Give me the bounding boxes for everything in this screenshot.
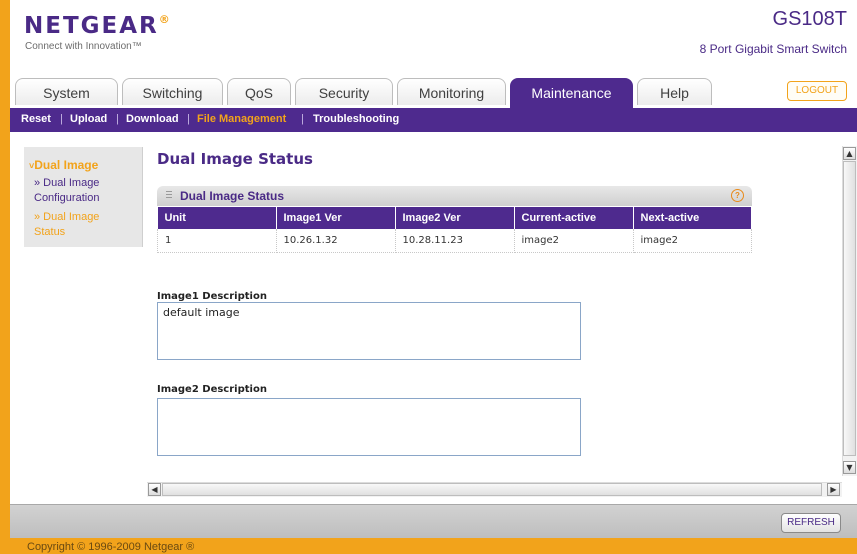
main-tabs: System Switching QoS Security Monitoring… <box>10 78 857 109</box>
image1-description-label: Image1 Description <box>157 291 267 302</box>
subnav-separator: | <box>116 113 119 125</box>
left-menu-heading[interactable]: ˅Dual Image <box>29 158 98 172</box>
device-subtitle: 8 Port Gigabit Smart Switch <box>699 42 847 56</box>
column-header: Image1 Ver <box>276 207 396 229</box>
subnav-upload[interactable]: Upload <box>70 113 107 125</box>
scroll-down-icon[interactable]: ▼ <box>843 461 856 474</box>
footer-bar <box>10 504 857 539</box>
sidebar-item-label: Status <box>34 226 66 238</box>
left-menu: ˅Dual Image » Dual Image Configuration »… <box>24 147 143 247</box>
subnav-separator: | <box>60 113 63 125</box>
cell-unit: 1 <box>157 229 277 253</box>
panel-title: Dual Image Status <box>180 189 285 203</box>
left-menu-heading-label: Dual Image <box>34 158 99 172</box>
image1-description-field[interactable]: default image <box>157 302 581 360</box>
panel-header: Dual Image Status ? <box>157 186 752 206</box>
sidebar-item-label: » Dual Image <box>34 177 100 189</box>
image2-description-label: Image2 Description <box>157 384 267 395</box>
table-row: 1 10.26.1.32 10.28.11.23 image2 image2 <box>157 229 752 253</box>
subnav-download[interactable]: Download <box>126 113 179 125</box>
tab-maintenance[interactable]: Maintenance <box>510 78 633 109</box>
image2-description-field[interactable] <box>157 398 581 456</box>
scroll-right-icon[interactable]: ▶ <box>827 483 840 496</box>
copyright-text: Copyright © 1996-2009 Netgear ® <box>27 541 195 553</box>
scroll-left-icon[interactable]: ◀ <box>148 483 161 496</box>
horizontal-scroll-thumb[interactable] <box>162 483 822 496</box>
logout-button[interactable]: LOGOUT <box>787 81 847 101</box>
column-header: Current-active <box>514 207 634 229</box>
refresh-button[interactable]: REFRESH <box>781 513 841 533</box>
cell-current-active: image2 <box>514 229 634 253</box>
left-accent-bar <box>0 0 10 554</box>
sidebar-item-dual-image-status[interactable]: » Dual Image Status <box>34 210 99 240</box>
column-header: Unit <box>157 207 277 229</box>
sidebar-item-label: » Dual Image <box>34 211 100 223</box>
cell-image1-ver: 10.26.1.32 <box>276 229 396 253</box>
tab-security[interactable]: Security <box>295 78 393 105</box>
cell-image2-ver: 10.28.11.23 <box>395 229 515 253</box>
column-header: Next-active <box>633 207 752 229</box>
sub-navigation: Reset | Upload | Download | File Managem… <box>10 108 857 132</box>
subnav-file-management[interactable]: File Management <box>197 113 286 125</box>
page-title: Dual Image Status <box>157 150 313 168</box>
tab-switching[interactable]: Switching <box>122 78 223 105</box>
drag-grip-icon <box>166 191 172 200</box>
vertical-scroll-thumb[interactable] <box>843 161 856 456</box>
column-header: Image2 Ver <box>395 207 515 229</box>
cell-next-active: image2 <box>633 229 752 253</box>
netgear-logo: NETGEAR® <box>24 13 172 39</box>
app-window: NETGEAR® Connect with Innovation™ GS108T… <box>0 0 857 554</box>
tab-system[interactable]: System <box>15 78 118 105</box>
brand-tagline: Connect with Innovation™ <box>25 41 142 52</box>
tab-monitoring[interactable]: Monitoring <box>397 78 506 105</box>
subnav-reset[interactable]: Reset <box>21 113 51 125</box>
dual-image-status-table: Unit Image1 Ver Image2 Ver Current-activ… <box>157 207 752 253</box>
logo-registered-mark: ® <box>158 13 172 26</box>
scroll-up-icon[interactable]: ▲ <box>843 147 856 160</box>
tab-help[interactable]: Help <box>637 78 712 105</box>
subnav-separator: | <box>301 113 304 125</box>
device-model: GS108T <box>772 8 847 30</box>
tab-qos[interactable]: QoS <box>227 78 291 105</box>
logo-text: NETGEAR <box>24 13 159 39</box>
table-header-row: Unit Image1 Ver Image2 Ver Current-activ… <box>157 207 752 229</box>
sidebar-item-label: Configuration <box>34 192 100 204</box>
sidebar-item-dual-image-configuration[interactable]: » Dual Image Configuration <box>34 176 99 206</box>
subnav-troubleshooting[interactable]: Troubleshooting <box>313 113 399 125</box>
help-icon[interactable]: ? <box>731 189 744 202</box>
subnav-separator: | <box>187 113 190 125</box>
